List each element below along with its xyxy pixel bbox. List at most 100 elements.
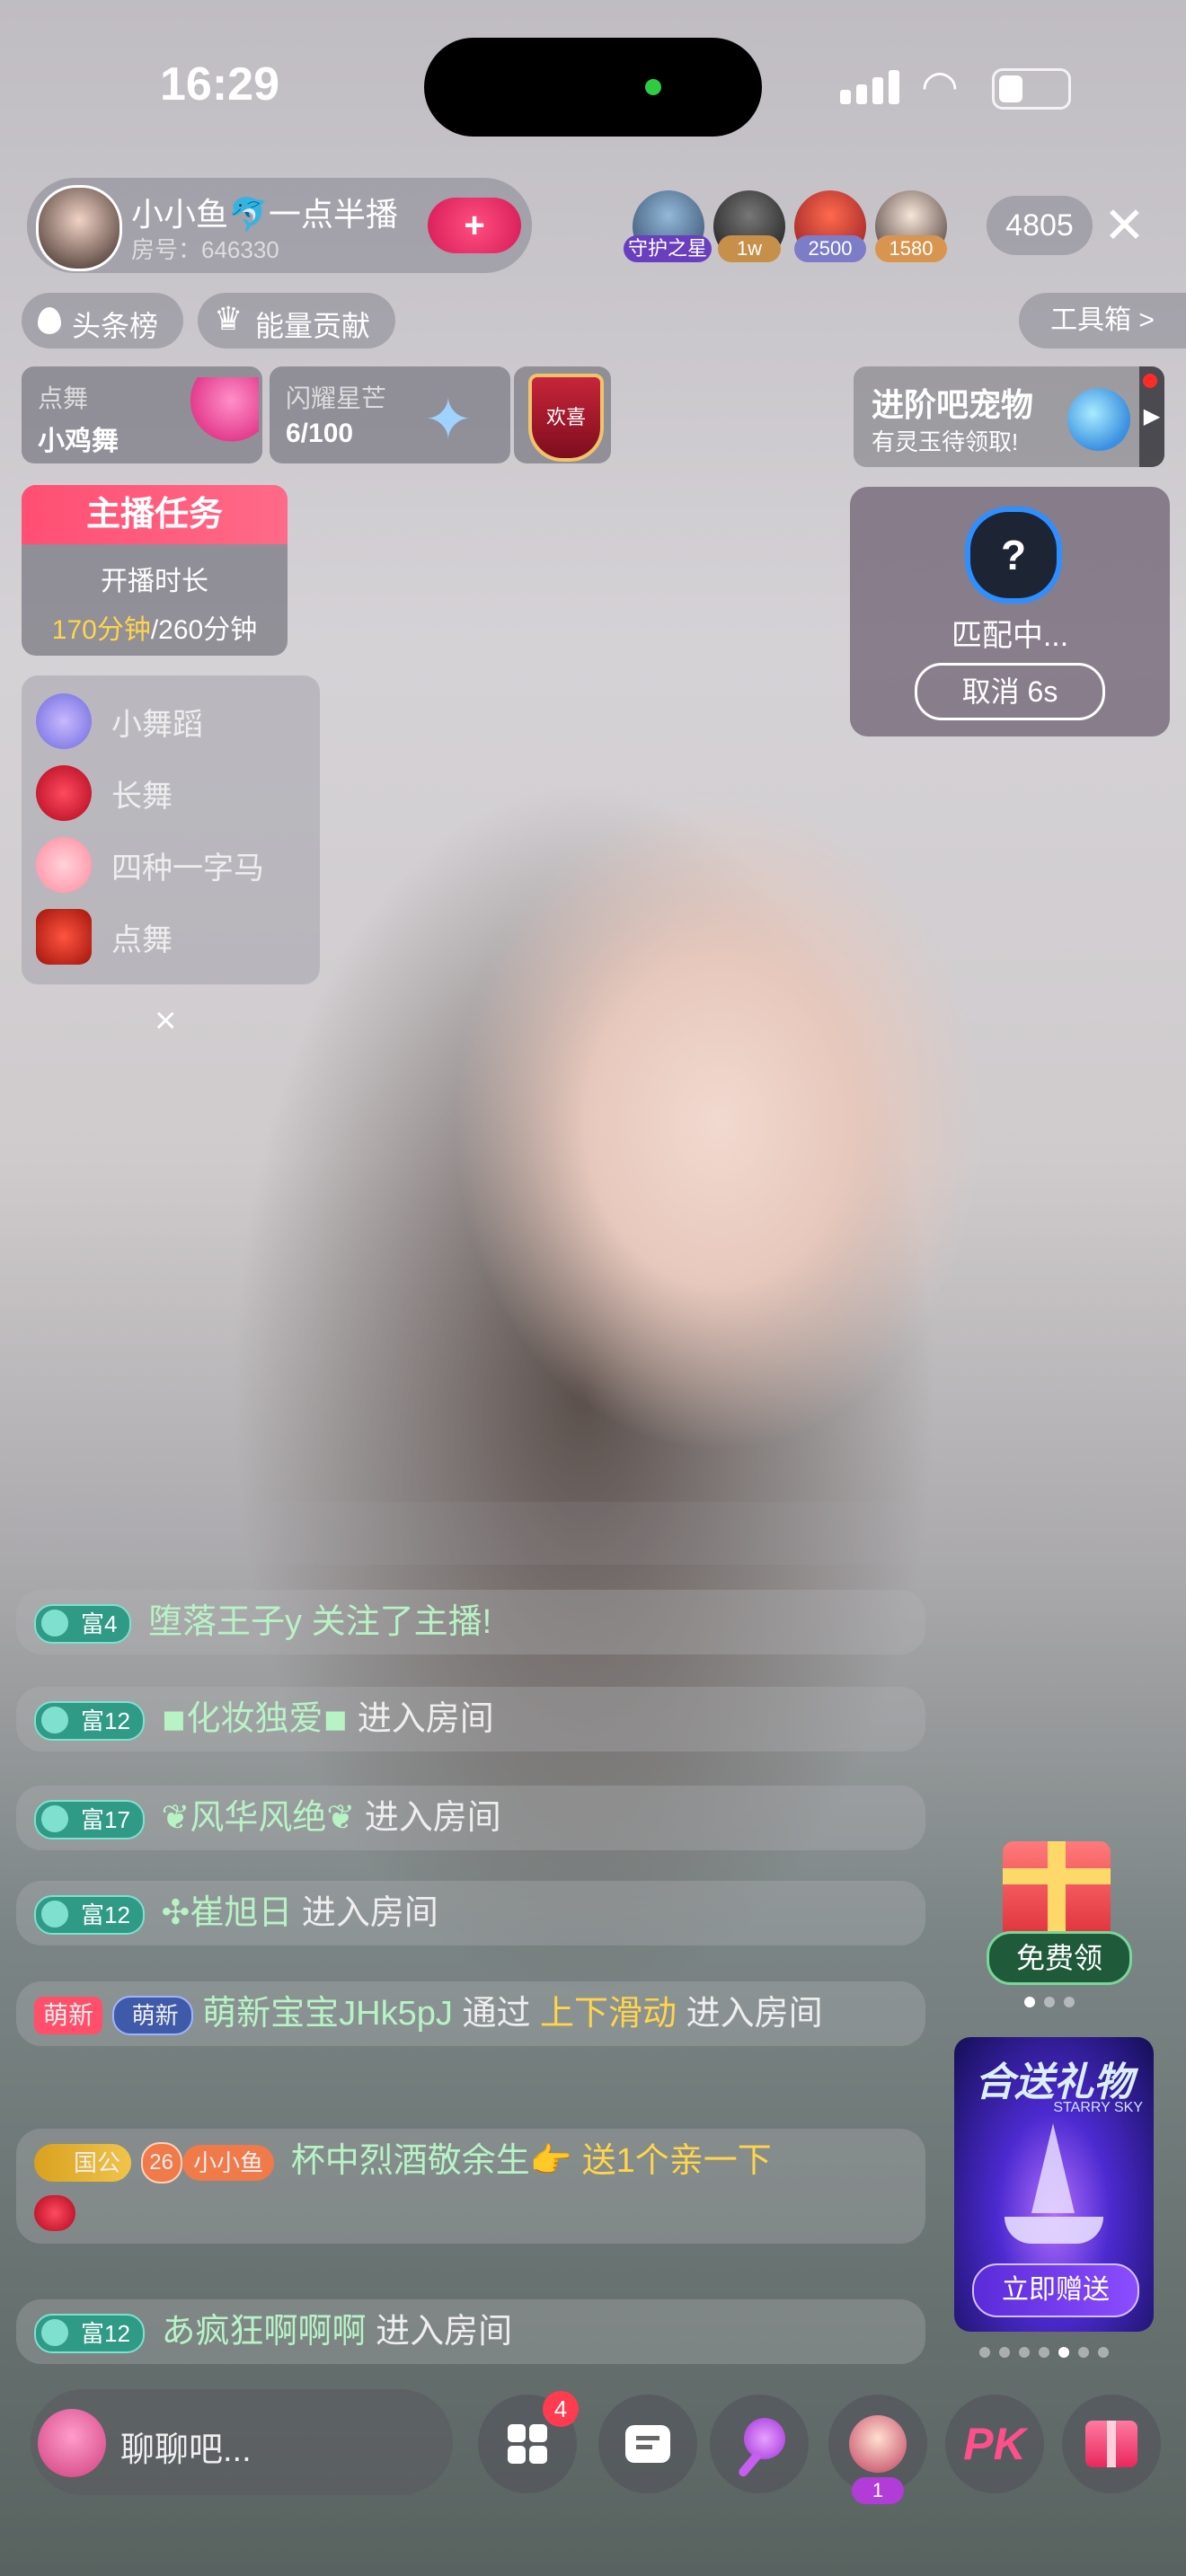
chat-username[interactable]: 堕落王子y (148, 1603, 302, 1641)
dance-item-request[interactable]: 点舞 (36, 909, 173, 965)
cancel-match-button[interactable]: 取消 6s (915, 663, 1105, 720)
crown-icon: ♛ (214, 300, 243, 337)
host-task-panel[interactable]: 主播任务 开播时长 170分钟/260分钟 (22, 485, 288, 656)
task-progress-total: /260分钟 (150, 615, 258, 645)
host-info[interactable]: 小小鱼🐬一点半播 房号：646330 + (27, 178, 532, 273)
task-label: 开播时长 (101, 567, 208, 596)
follow-button[interactable]: + (428, 198, 521, 253)
chat-action: 进入房间 (301, 1894, 438, 1932)
lips-gift-icon (34, 2194, 75, 2231)
headline-label: 头条榜 (72, 310, 159, 342)
starry-sky-gift-banner[interactable]: 合送礼物 STARRY SKY 立即赠送 (954, 2037, 1154, 2332)
guest-link-button[interactable]: 1 (828, 2395, 927, 2504)
free-gift-box[interactable]: 免费领 (987, 1832, 1132, 1985)
chat-message[interactable]: 富12 ◾化妆独爱◾ 进入房间 (16, 1687, 925, 1751)
wifi-icon: ◠ (921, 63, 959, 110)
gem-icon (1067, 388, 1130, 451)
gift-banner-title: 合送礼物 (975, 2060, 1133, 2104)
gift-box-icon (1003, 1841, 1111, 1940)
energy-contribution[interactable]: ♛ 能量贡献 (198, 293, 395, 348)
chat-message[interactable]: 富4 堕落王子y 关注了主播! (16, 1590, 925, 1654)
wealth-level-badge: 富4 (34, 1603, 132, 1644)
peach-icon (36, 837, 92, 893)
microphone-icon (744, 2418, 785, 2459)
star-card[interactable]: 闪耀星芒 6/100 ✦ (270, 366, 510, 463)
dance-item-label: 四种一字马 (111, 851, 264, 886)
chat-row-faded (16, 1502, 925, 1565)
match-panel[interactable]: ? 匹配中... 取消 6s (850, 487, 1170, 737)
guest-avatar-icon (849, 2415, 907, 2473)
pk-button[interactable]: PK (945, 2395, 1044, 2493)
dance-item-splits[interactable]: 四种一字马 (36, 837, 264, 893)
banner-page-dots (975, 2346, 1113, 2362)
sparkle-icon: ✦ (424, 387, 473, 452)
promo-page-dots (1020, 1996, 1079, 2012)
apps-button[interactable]: 4 (478, 2391, 579, 2493)
free-claim-button[interactable]: 免费领 (987, 1931, 1132, 1985)
chat-username[interactable]: 杯中烈酒敬余生👉 (291, 2142, 572, 2180)
gift-icon (1085, 2421, 1137, 2467)
lips-icon (36, 765, 92, 821)
close-icon[interactable]: ✕ (1103, 196, 1146, 255)
apps-notification-badge: 4 (543, 2391, 579, 2427)
signal-icon (840, 68, 912, 104)
dynamic-island (424, 38, 762, 137)
crystal-shoe-icon (36, 693, 92, 749)
headline-ranking[interactable]: 头条榜 (22, 293, 183, 348)
dance-item-label: 点舞 (111, 922, 173, 957)
host-name: 小小鱼🐬一点半播 (131, 196, 398, 233)
send-now-button[interactable]: 立即赠送 (972, 2263, 1139, 2317)
chat-message[interactable]: 富12 あ疯狂啊啊啊 进入房间 (16, 2299, 925, 2364)
chat-message[interactable]: 富17 ❦风华风绝❦ 进入房间 (16, 1786, 925, 1850)
fan-level-badge: 26 (140, 2141, 182, 2183)
grid-icon (508, 2424, 547, 2464)
task-progress-current: 170分钟 (51, 615, 151, 645)
wealth-level-badge: 富12 (34, 1700, 145, 1741)
chat-message[interactable]: 富12 ✣崔旭日 进入房间 (16, 1881, 925, 1945)
message-button[interactable] (598, 2395, 697, 2493)
chat-username[interactable]: ❦风华风绝❦ (161, 1799, 355, 1837)
chat-input[interactable]: 聊聊吧... (31, 2389, 453, 2495)
chat-gift-text: 送1个亲一下 (581, 2142, 772, 2180)
newbie-badge: 萌新 (34, 1996, 103, 2034)
dance-request-card[interactable]: 点舞 小鸡舞 (22, 366, 262, 463)
pet-upgrade-card[interactable]: 进阶吧宠物 有灵玉待领取! ▶ (854, 366, 1164, 467)
mic-button[interactable] (710, 2395, 809, 2493)
dance-menu-close-icon[interactable]: × (155, 999, 177, 1042)
match-question-symbol: ? (1000, 532, 1027, 578)
toolbox-button[interactable]: 工具箱 > (1019, 293, 1186, 348)
viewer-count[interactable]: 4805 (987, 196, 1093, 255)
medal-card[interactable]: 欢喜 (514, 366, 611, 463)
star-label: 闪耀星芒 (286, 384, 387, 412)
guest-count-badge: 1 (852, 2477, 904, 2504)
chat-action: 进入房间 (357, 1700, 494, 1738)
pk-icon: PK (963, 2419, 1026, 2469)
camera-indicator-icon (645, 79, 661, 95)
host-avatar[interactable] (36, 185, 122, 271)
fan-club-badge: 小小鱼 (182, 2144, 275, 2181)
top-viewer-4-badge: 1580 (875, 235, 947, 262)
race-car-icon (36, 909, 92, 965)
follow-plus-icon: + (464, 205, 485, 245)
pet-subtitle: 有灵玉待领取! (872, 428, 1019, 455)
chat-username[interactable]: ◾化妆独爱◾ (161, 1700, 348, 1738)
room-number: 房号：646330 (131, 236, 279, 263)
chat-username[interactable]: 萌新宝宝JHk5pJ (202, 1995, 453, 2033)
dance-item-small[interactable]: 小舞蹈 (36, 693, 203, 749)
user-avatar[interactable] (38, 2409, 106, 2477)
wealth-level-badge: 富17 (34, 1799, 145, 1839)
chat-action: 进入房间 (686, 1995, 823, 2033)
chat-username[interactable]: あ疯狂啊啊啊 (161, 2313, 366, 2351)
dance-request-label: 点舞 (38, 384, 89, 412)
newbie-level-badge: 萌新 (111, 1995, 193, 2035)
chat-username[interactable]: ✣崔旭日 (161, 1894, 292, 1932)
chat-message[interactable]: 萌新 萌新 萌新宝宝JHk5pJ 通过 上下滑动 进入房间 (16, 1981, 925, 2046)
chat-message[interactable]: 国公 26 小小鱼 杯中烈酒敬余生👉 送1个亲一下 (16, 2129, 925, 2244)
gift-button[interactable] (1062, 2395, 1161, 2493)
chat-text: 通过 (462, 1995, 531, 2033)
wealth-level-badge: 富12 (34, 2313, 145, 2353)
energy-label: 能量贡献 (255, 310, 371, 342)
match-status: 匹配中... (951, 619, 1069, 653)
dance-item-long[interactable]: 长舞 (36, 765, 173, 821)
top-viewer-2-badge: 1w (718, 235, 781, 262)
